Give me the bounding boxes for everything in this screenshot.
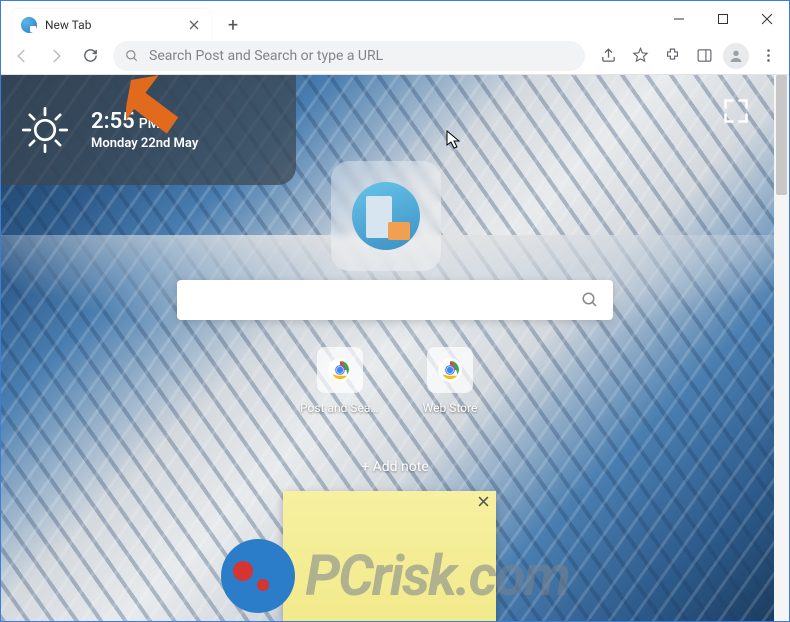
chrome-icon: [327, 357, 353, 383]
tab-favicon-icon: [21, 17, 37, 33]
shortcut-tile: [317, 347, 363, 393]
sticky-note[interactable]: [283, 491, 496, 621]
nav-reload-button[interactable]: [75, 41, 105, 71]
time-ampm: PM: [139, 116, 160, 132]
time-value: 2:55: [91, 109, 135, 134]
window-maximize-button[interactable]: [701, 3, 745, 35]
toolbar-actions: [593, 41, 783, 71]
weather-text: 2:55PM Monday 22nd May: [91, 109, 198, 151]
clock-date: Monday 22nd May: [91, 136, 198, 151]
new-tab-button[interactable]: +: [219, 11, 247, 39]
shortcut-label: Post and Sear...: [300, 401, 380, 415]
shortcut-web-store[interactable]: Web Store: [410, 347, 490, 415]
bookmark-button[interactable]: [625, 41, 655, 71]
share-button[interactable]: [593, 41, 623, 71]
tab-strip: New Tab +: [11, 9, 247, 41]
nav-back-button[interactable]: [7, 41, 37, 71]
add-note-button[interactable]: + Add note: [361, 459, 429, 475]
browser-toolbar: Search Post and Search or type a URL: [1, 37, 789, 75]
shortcut-label: Web Store: [410, 401, 490, 415]
tab-close-button[interactable]: [187, 18, 201, 32]
shortcut-post-and-search[interactable]: Post and Sear...: [300, 347, 380, 415]
address-bar[interactable]: Search Post and Search or type a URL: [113, 41, 585, 71]
scrollbar-thumb[interactable]: [776, 75, 787, 195]
extensions-button[interactable]: [657, 41, 687, 71]
sun-icon: [19, 104, 71, 156]
shortcut-tile: [427, 347, 473, 393]
browser-window: New Tab + Search Post and Search or type…: [0, 0, 790, 622]
sticky-note-close-button[interactable]: [478, 496, 489, 507]
shortcuts-row: Post and Sear... Web Store: [300, 347, 490, 415]
fullscreen-button[interactable]: [722, 97, 754, 129]
menu-button[interactable]: [753, 41, 783, 71]
tab-new-tab[interactable]: New Tab: [11, 9, 211, 41]
window-close-button[interactable]: [745, 3, 789, 35]
nav-forward-button[interactable]: [41, 41, 71, 71]
extension-logo-icon: [352, 182, 420, 250]
window-minimize-button[interactable]: [657, 3, 701, 35]
page-search-input[interactable]: [191, 292, 581, 308]
clock-time: 2:55PM: [91, 109, 198, 134]
sidepanel-button[interactable]: [689, 41, 719, 71]
extension-logo-tile: [331, 161, 441, 271]
page-search-button[interactable]: [581, 291, 599, 309]
tab-title: New Tab: [45, 18, 179, 32]
page-content: 2:55PM Monday 22nd May: [1, 75, 789, 621]
profile-button[interactable]: [721, 41, 751, 71]
vertical-scrollbar[interactable]: [774, 75, 789, 621]
page-search-bar[interactable]: [177, 280, 613, 320]
address-placeholder: Search Post and Search or type a URL: [149, 48, 573, 64]
weather-time-widget[interactable]: 2:55PM Monday 22nd May: [1, 75, 296, 185]
chrome-icon: [437, 357, 463, 383]
search-icon: [125, 49, 139, 63]
